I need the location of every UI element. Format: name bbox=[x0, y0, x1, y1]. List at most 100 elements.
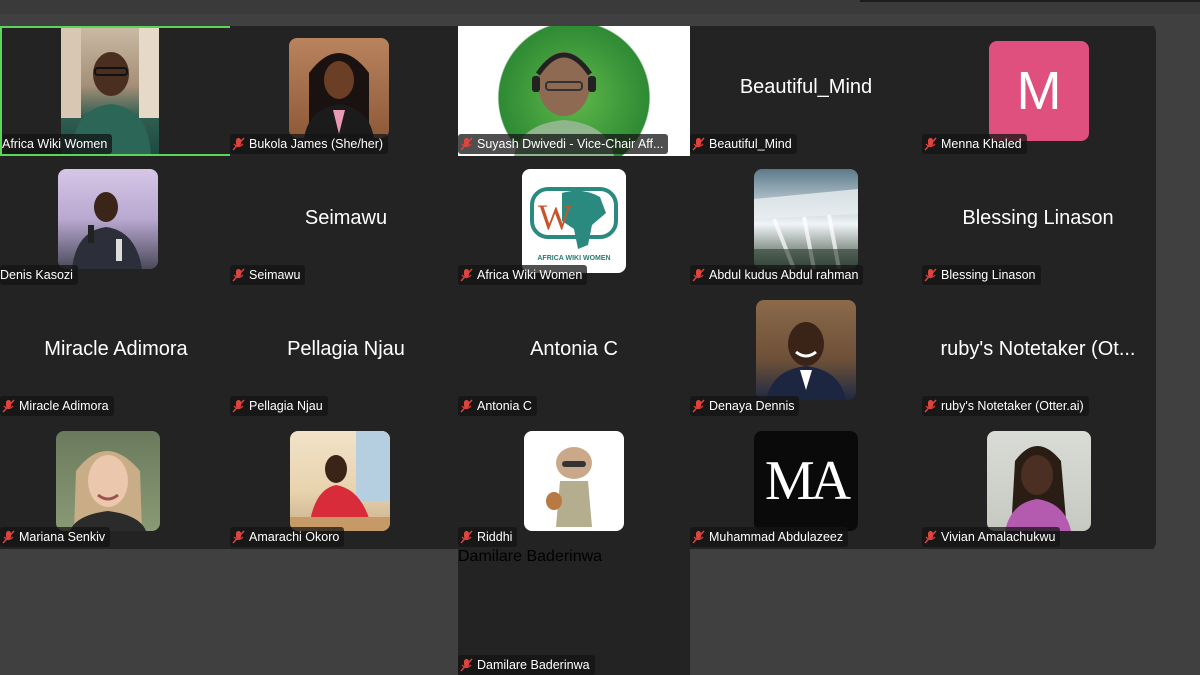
participant-name: Africa Wiki Women bbox=[477, 268, 583, 282]
participant-name: Amarachi Okoro bbox=[249, 530, 340, 544]
participant-display-name: Seimawu bbox=[304, 207, 388, 229]
muted-mic-icon bbox=[924, 530, 937, 544]
waterfall-photo bbox=[754, 169, 858, 269]
person-avatar-icon bbox=[290, 431, 390, 531]
muted-mic-icon bbox=[460, 530, 473, 544]
participant-display-name: Blessing Linason bbox=[962, 207, 1114, 229]
participant-name-tag: Seimawu bbox=[230, 265, 306, 285]
participant-name-tag: Menna Khaled bbox=[922, 134, 1027, 154]
participant-video bbox=[290, 431, 390, 531]
participant-name: Denaya Dennis bbox=[709, 399, 795, 413]
participant-tile[interactable]: Damilare Baderinwa Damilare Baderinwa bbox=[458, 548, 690, 675]
participant-name: Bukola James (She/her) bbox=[249, 137, 384, 151]
participant-name: Africa Wiki Women bbox=[2, 137, 108, 151]
participant-tile[interactable]: Miracle Adimora Miracle Adimora bbox=[0, 288, 232, 418]
muted-mic-icon bbox=[232, 399, 245, 413]
participant-name: Vivian Amalachukwu bbox=[941, 530, 1056, 544]
participant-display-name: Miracle Adimora bbox=[44, 338, 188, 360]
participant-name: ruby's Notetaker (Otter.ai) bbox=[941, 399, 1084, 413]
participant-tile[interactable]: Blessing Linason Blessing Linason bbox=[922, 157, 1154, 287]
logo-text: MA bbox=[764, 450, 851, 512]
muted-mic-icon bbox=[692, 399, 705, 413]
top-bar-pill bbox=[860, 0, 1200, 2]
participant-name-tag: Abdul kudus Abdul rahman bbox=[690, 265, 864, 285]
participant-name-tag: Africa Wiki Women bbox=[458, 265, 588, 285]
participant-name-tag: Mariana Senkiv bbox=[0, 527, 111, 547]
participant-name: Mariana Senkiv bbox=[19, 530, 106, 544]
muted-mic-icon bbox=[2, 530, 15, 544]
participant-tile[interactable]: Amarachi Okoro bbox=[230, 419, 462, 549]
participant-tile[interactable]: Mariana Senkiv bbox=[0, 419, 232, 549]
participant-name-tag: Denaya Dennis bbox=[690, 396, 800, 416]
participant-name: Pellagia Njau bbox=[249, 399, 323, 413]
participant-name-tag: Beautiful_Mind bbox=[690, 134, 797, 154]
cartoon-girl-icon bbox=[546, 447, 592, 527]
participant-name: Blessing Linason bbox=[941, 268, 1036, 282]
participant-name-tag: Miracle Adimora bbox=[0, 396, 114, 416]
letter-avatar: M bbox=[989, 41, 1089, 141]
participant-name: Seimawu bbox=[249, 268, 301, 282]
participant-name-tag: Riddhi bbox=[458, 527, 518, 547]
gallery-grid: Africa Wiki Women Bukola James (She/her) bbox=[0, 26, 1156, 549]
svg-text:W: W bbox=[538, 197, 572, 237]
participant-tile[interactable]: Vivian Amalachukwu bbox=[922, 419, 1154, 549]
participant-name-tag: Denis Kasozi bbox=[0, 265, 78, 285]
participant-video bbox=[289, 38, 389, 138]
muted-mic-icon bbox=[924, 137, 937, 151]
person-avatar-icon bbox=[1005, 446, 1071, 531]
participant-name-tag: ruby's Notetaker (Otter.ai) bbox=[922, 396, 1089, 416]
participant-tile[interactable]: M Menna Khaled bbox=[922, 26, 1154, 156]
participant-name: Abdul kudus Abdul rahman bbox=[709, 268, 859, 282]
participant-display-name: Beautiful_Mind bbox=[739, 76, 873, 98]
muted-mic-icon bbox=[460, 399, 473, 413]
participant-tile[interactable]: ruby's Notetaker (Ot... ruby's Notetaker… bbox=[922, 288, 1154, 418]
muted-mic-icon bbox=[460, 268, 473, 282]
muted-mic-icon bbox=[460, 658, 473, 672]
participant-name-tag: Damilare Baderinwa bbox=[458, 655, 595, 675]
participant-name-tag: Antonia C bbox=[458, 396, 537, 416]
africa-wiki-women-logo: W AFRICA WIKI WOMEN bbox=[522, 169, 626, 273]
participant-name-tag: Suyash Dwivedi - Vice-Chair Aff... bbox=[458, 134, 669, 154]
participant-video bbox=[756, 300, 856, 400]
participant-name: Beautiful_Mind bbox=[709, 137, 792, 151]
participant-display-name: Antonia C bbox=[530, 338, 618, 360]
participant-name-tag: Vivian Amalachukwu bbox=[922, 527, 1061, 547]
participant-tile[interactable]: Riddhi bbox=[458, 419, 690, 549]
participant-name-tag: Africa Wiki Women bbox=[2, 134, 113, 154]
person-avatar-icon bbox=[70, 451, 146, 531]
participant-tile[interactable]: Pellagia Njau Pellagia Njau bbox=[230, 288, 462, 418]
participant-tile[interactable]: Denis Kasozi bbox=[0, 157, 232, 287]
participant-tile[interactable]: Africa Wiki Women bbox=[0, 26, 232, 156]
ma-monogram-logo: MA bbox=[754, 431, 858, 531]
logo-caption: AFRICA WIKI WOMEN bbox=[537, 255, 611, 262]
avatar-letter: M bbox=[1016, 61, 1062, 121]
participant-name-tag: Blessing Linason bbox=[922, 265, 1041, 285]
participant-name: Riddhi bbox=[477, 530, 513, 544]
muted-mic-icon bbox=[924, 268, 937, 282]
participant-tile[interactable]: W AFRICA WIKI WOMEN Africa Wiki Women bbox=[458, 157, 690, 287]
participant-video bbox=[56, 431, 160, 531]
waterfall-icon bbox=[754, 189, 858, 269]
participant-video bbox=[987, 431, 1091, 531]
participant-tile[interactable]: Beautiful_Mind Beautiful_Mind bbox=[690, 26, 922, 156]
muted-mic-icon bbox=[232, 268, 245, 282]
participant-video bbox=[58, 169, 158, 269]
participant-tile[interactable]: Seimawu Seimawu bbox=[230, 157, 462, 287]
participant-tile[interactable]: Abdul kudus Abdul rahman bbox=[690, 157, 922, 287]
cartoon-avatar bbox=[524, 431, 624, 531]
muted-mic-icon bbox=[232, 137, 245, 151]
participant-name-tag: Amarachi Okoro bbox=[230, 527, 345, 547]
muted-mic-icon bbox=[692, 137, 705, 151]
participant-tile[interactable]: MA Muhammad Abdulazeez bbox=[690, 419, 922, 549]
person-avatar-icon bbox=[72, 192, 142, 269]
person-avatar-icon bbox=[304, 53, 374, 138]
participant-tile[interactable]: Bukola James (She/her) bbox=[230, 26, 462, 156]
participant-tile[interactable]: Antonia C Antonia C bbox=[458, 288, 690, 418]
muted-mic-icon bbox=[2, 399, 15, 413]
person-avatar-icon bbox=[766, 322, 846, 400]
participant-tile[interactable]: Suyash Dwivedi - Vice-Chair Aff... bbox=[458, 26, 690, 156]
participant-tile[interactable]: Denaya Dennis bbox=[690, 288, 922, 418]
muted-mic-icon bbox=[692, 268, 705, 282]
participant-name: Denis Kasozi bbox=[0, 268, 73, 282]
participant-display-name: ruby's Notetaker (Ot... bbox=[940, 338, 1136, 360]
